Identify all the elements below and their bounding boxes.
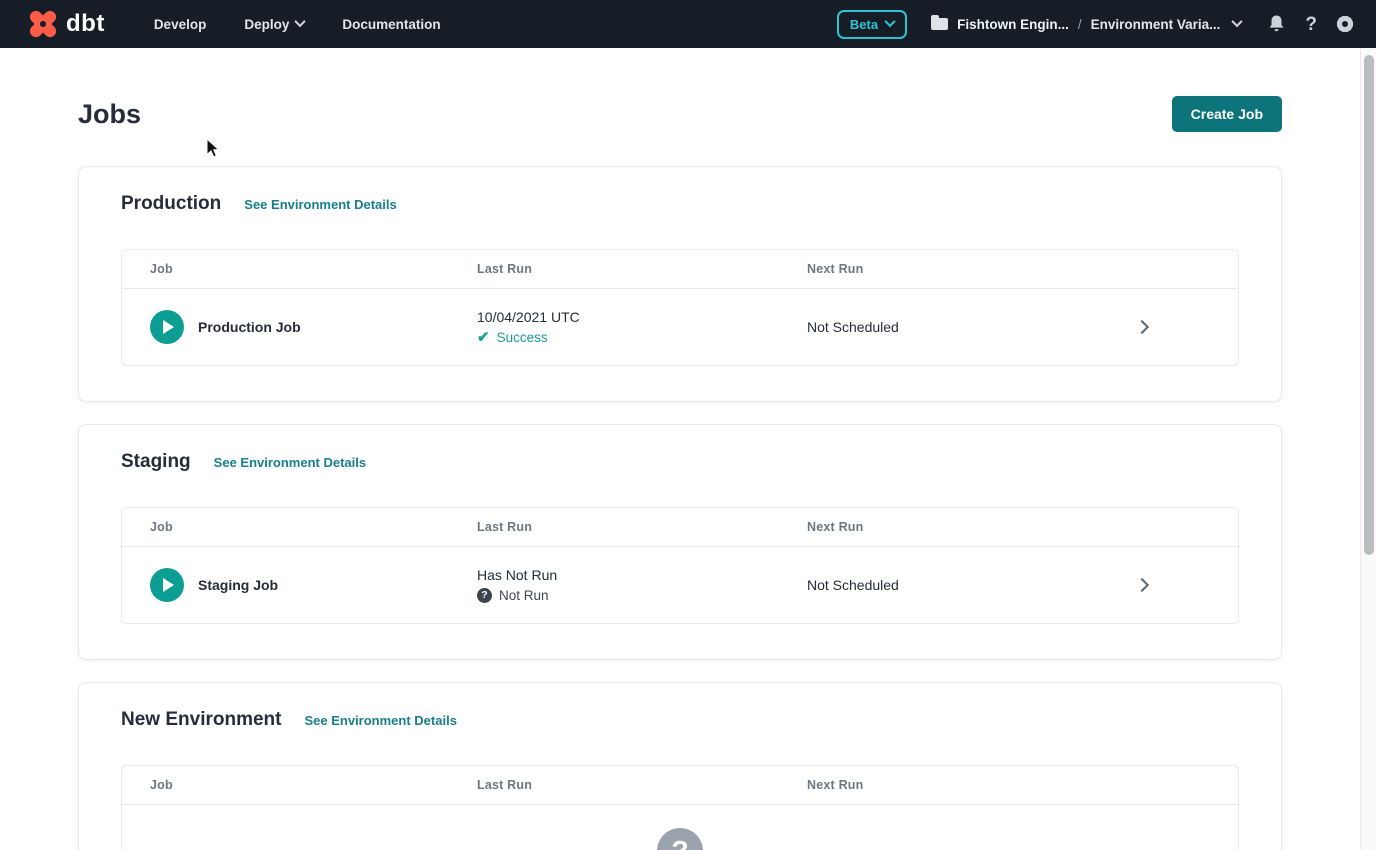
last-run-cell: 10/04/2021 UTC ✔ Success xyxy=(477,309,807,345)
last-run-cell: Has Not Run ? Not Run xyxy=(477,567,807,603)
job-name: Production Job xyxy=(198,319,301,335)
status-badge: Success xyxy=(497,330,548,345)
column-header-job: Job xyxy=(122,520,477,534)
menu-item-label: Deploy xyxy=(244,17,289,32)
menu-item-documentation[interactable]: Documentation xyxy=(323,0,459,48)
status-line: ✔ Success xyxy=(477,330,807,345)
row-chevron-cell xyxy=(1042,580,1239,590)
empty-jobs-state: ? xyxy=(122,805,1238,850)
run-job-button[interactable] xyxy=(150,568,184,602)
row-chevron-cell xyxy=(1042,322,1239,332)
settings-button[interactable] xyxy=(1336,15,1354,33)
environment-card-staging: Staging See Environment Details Job Last… xyxy=(78,424,1282,660)
page-header: Jobs Create Job xyxy=(78,96,1282,132)
chevron-down-icon xyxy=(884,15,895,26)
job-cell: Staging Job xyxy=(122,568,477,602)
navbar-icons: ? xyxy=(1267,14,1354,34)
environment-card-production: Production See Environment Details Job L… xyxy=(78,166,1282,402)
column-header-last-run: Last Run xyxy=(477,520,807,534)
jobs-table: Job Last Run Next Run Production Job 10/… xyxy=(121,249,1239,366)
see-environment-details-link[interactable]: See Environment Details xyxy=(304,713,456,728)
scrollbar[interactable] xyxy=(1360,48,1376,850)
scrollbar-thumb[interactable] xyxy=(1364,55,1374,555)
dbt-logo-text: dbt xyxy=(66,10,105,38)
environment-card-new-environment: New Environment See Environment Details … xyxy=(78,682,1282,850)
run-job-button[interactable] xyxy=(150,310,184,344)
status-line: ? Not Run xyxy=(477,588,807,603)
help-icon: ? xyxy=(1305,15,1317,34)
main-menu: Develop Deploy Documentation xyxy=(135,0,460,48)
top-navbar: dbt Develop Deploy Documentation Beta Fi… xyxy=(0,0,1376,48)
next-run-cell: Not Scheduled xyxy=(807,577,1042,593)
column-header-last-run: Last Run xyxy=(477,778,807,792)
empty-state-question-icon: ? xyxy=(657,828,703,850)
beta-dropdown[interactable]: Beta xyxy=(837,10,907,39)
environment-header: Production See Environment Details xyxy=(121,193,1239,215)
not-run-question-icon: ? xyxy=(477,588,492,603)
chevron-right-icon xyxy=(1135,578,1149,592)
breadcrumb: Fishtown Engin... / Environment Varia... xyxy=(931,17,1241,32)
breadcrumb-project[interactable]: Fishtown Engin... xyxy=(957,17,1069,32)
help-button[interactable]: ? xyxy=(1305,15,1317,34)
success-check-icon: ✔ xyxy=(477,330,490,345)
next-run-cell: Not Scheduled xyxy=(807,319,1042,335)
column-header-next-run: Next Run xyxy=(807,520,1042,534)
column-header-job: Job xyxy=(122,262,477,276)
notifications-button[interactable] xyxy=(1267,14,1286,34)
column-header-next-run: Next Run xyxy=(807,778,1042,792)
environment-name: New Environment xyxy=(121,709,281,731)
jobs-table: Job Last Run Next Run Staging Job Has No… xyxy=(121,507,1239,624)
play-icon xyxy=(163,578,174,592)
table-header-row: Job Last Run Next Run xyxy=(122,250,1238,289)
chevron-down-icon[interactable] xyxy=(1232,15,1243,26)
folder-icon xyxy=(931,18,948,30)
see-environment-details-link[interactable]: See Environment Details xyxy=(214,455,366,470)
play-icon xyxy=(163,320,174,334)
environment-name: Production xyxy=(121,193,221,215)
chevron-right-icon xyxy=(1135,320,1149,334)
environment-header: Staging See Environment Details xyxy=(121,451,1239,473)
page-title: Jobs xyxy=(78,99,141,130)
create-job-button[interactable]: Create Job xyxy=(1172,96,1282,132)
environment-header: New Environment See Environment Details xyxy=(121,709,1239,731)
table-header-row: Job Last Run Next Run xyxy=(122,766,1238,805)
menu-item-develop[interactable]: Develop xyxy=(135,0,226,48)
job-row-production[interactable]: Production Job 10/04/2021 UTC ✔ Success … xyxy=(122,289,1238,365)
job-name: Staging Job xyxy=(198,577,278,593)
menu-item-label: Develop xyxy=(154,17,207,32)
gear-icon xyxy=(1336,15,1354,33)
table-header-row: Job Last Run Next Run xyxy=(122,508,1238,547)
dbt-logo-icon xyxy=(26,7,60,41)
status-badge: Not Run xyxy=(499,588,549,603)
environment-name: Staging xyxy=(121,451,191,473)
see-environment-details-link[interactable]: See Environment Details xyxy=(244,197,396,212)
bell-icon xyxy=(1267,14,1286,34)
jobs-table: Job Last Run Next Run ? xyxy=(121,765,1239,850)
breadcrumb-page[interactable]: Environment Varia... xyxy=(1091,17,1221,32)
last-run-date: 10/04/2021 UTC xyxy=(477,309,807,325)
beta-label: Beta xyxy=(850,17,878,32)
menu-item-label: Documentation xyxy=(342,17,440,32)
menu-item-deploy[interactable]: Deploy xyxy=(225,0,323,48)
job-row-staging[interactable]: Staging Job Has Not Run ? Not Run Not Sc… xyxy=(122,547,1238,623)
job-cell: Production Job xyxy=(122,310,477,344)
column-header-job: Job xyxy=(122,778,477,792)
column-header-last-run: Last Run xyxy=(477,262,807,276)
main-content: Jobs Create Job Production See Environme… xyxy=(0,96,1360,850)
breadcrumb-separator: / xyxy=(1078,17,1082,32)
dbt-logo[interactable]: dbt xyxy=(26,7,105,41)
chevron-down-icon xyxy=(295,15,306,26)
last-run-date: Has Not Run xyxy=(477,567,807,583)
column-header-next-run: Next Run xyxy=(807,262,1042,276)
